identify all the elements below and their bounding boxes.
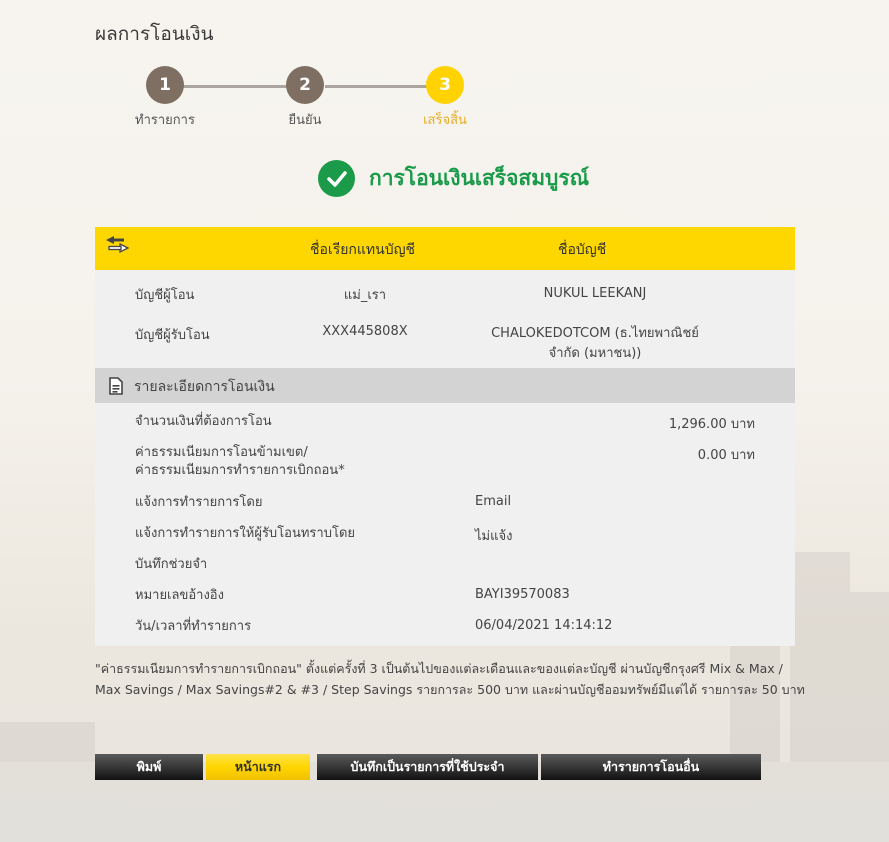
- step-1: 1 ทำรายการ: [115, 66, 215, 130]
- home-button[interactable]: หน้าแรก: [206, 754, 310, 780]
- row-nickname: แม่_เรา: [343, 288, 387, 303]
- document-icon: [108, 377, 124, 399]
- memo-label: บันทึกช่วยจำ: [135, 557, 208, 572]
- page-title: ผลการโอนเงิน: [95, 23, 214, 45]
- accounts-table-body: บัญชีผู้โอน แม่_เรา NUKUL LEEKANJ บัญชีผ…: [95, 270, 795, 368]
- step-number: 1: [146, 66, 184, 104]
- step-number: 2: [286, 66, 324, 104]
- step-label: ทำรายการ: [135, 113, 195, 128]
- amount-label: จำนวนเงินที่ต้องการโอน: [135, 414, 272, 429]
- save-favorite-button[interactable]: บันทึกเป็นรายการที่ใช้ประจำ: [317, 754, 538, 780]
- step-number: 3: [426, 66, 464, 104]
- column-header-nickname: ชื่อเรียกแทนบัญชี: [310, 242, 416, 258]
- notify-value: Email: [475, 494, 512, 509]
- fee-footnote: "ค่าธรรมเนียมการทำรายการเบิกถอน" ตั้งแต่…: [95, 661, 805, 697]
- datetime-value: 06/04/2021 14:14:12: [475, 618, 613, 633]
- row-label: บัญชีผู้รับโอน: [135, 328, 210, 343]
- reference-label: หมายเลขอ้างอิง: [135, 588, 224, 603]
- row-label: บัญชีผู้โอน: [135, 288, 195, 303]
- fee-label: ค่าธรรมเนียมการโอนข้ามเขต/ ค่าธรรมเนียมก…: [135, 445, 345, 478]
- step-2: 2 ยืนยัน: [255, 66, 355, 130]
- print-button[interactable]: พิมพ์: [95, 754, 203, 780]
- reference-value: BAYI39570083: [475, 587, 570, 602]
- new-transfer-button[interactable]: ทำรายการโอนอื่น: [541, 754, 761, 780]
- transfer-arrows-icon: [103, 233, 131, 259]
- details-section-header: รายละเอียดการโอนเงิน: [95, 368, 795, 403]
- notify-recipient-label: แจ้งการทำรายการให้ผู้รับโอนทราบโดย: [135, 526, 356, 541]
- column-header-account-name: ชื่อบัญชี: [558, 242, 607, 258]
- step-label: เสร็จสิ้น: [423, 113, 467, 128]
- transfer-result-panel: ชื่อเรียกแทนบัญชี ชื่อบัญชี บัญชีผู้โอน …: [95, 227, 795, 646]
- notify-recipient-value: ไม่แจ้ง: [475, 529, 513, 544]
- success-text: การโอนเงินเสร็จสมบูรณ์: [369, 166, 590, 190]
- row-nickname: XXX445808X: [322, 324, 408, 339]
- details-section-title: รายละเอียดการโอนเงิน: [134, 379, 275, 395]
- step-3: 3 เสร็จสิ้น: [395, 66, 495, 130]
- details-body: จำนวนเงินที่ต้องการโอน 1,296.00 บาท ค่าธ…: [95, 403, 795, 646]
- check-circle-icon: [318, 160, 355, 197]
- notify-label: แจ้งการทำรายการโดย: [135, 495, 263, 510]
- row-account-name: NUKUL LEEKANJ: [543, 286, 647, 301]
- fee-value: 0.00 บาท: [697, 448, 755, 463]
- progress-stepper: 1 ทำรายการ 2 ยืนยัน 3 เสร็จสิ้น: [95, 66, 495, 128]
- amount-value: 1,296.00 บาท: [668, 417, 755, 432]
- step-label: ยืนยัน: [288, 113, 322, 128]
- row-account-name: CHALOKEDOTCOM (ธ.ไทยพาณิชย์ จำกัด (มหาชน…: [491, 326, 699, 361]
- datetime-label: วัน/เวลาที่ทำรายการ: [135, 619, 252, 634]
- success-message: การโอนเงินเสร็จสมบูรณ์: [318, 160, 589, 197]
- accounts-table-header: ชื่อเรียกแทนบัญชี ชื่อบัญชี: [95, 227, 795, 270]
